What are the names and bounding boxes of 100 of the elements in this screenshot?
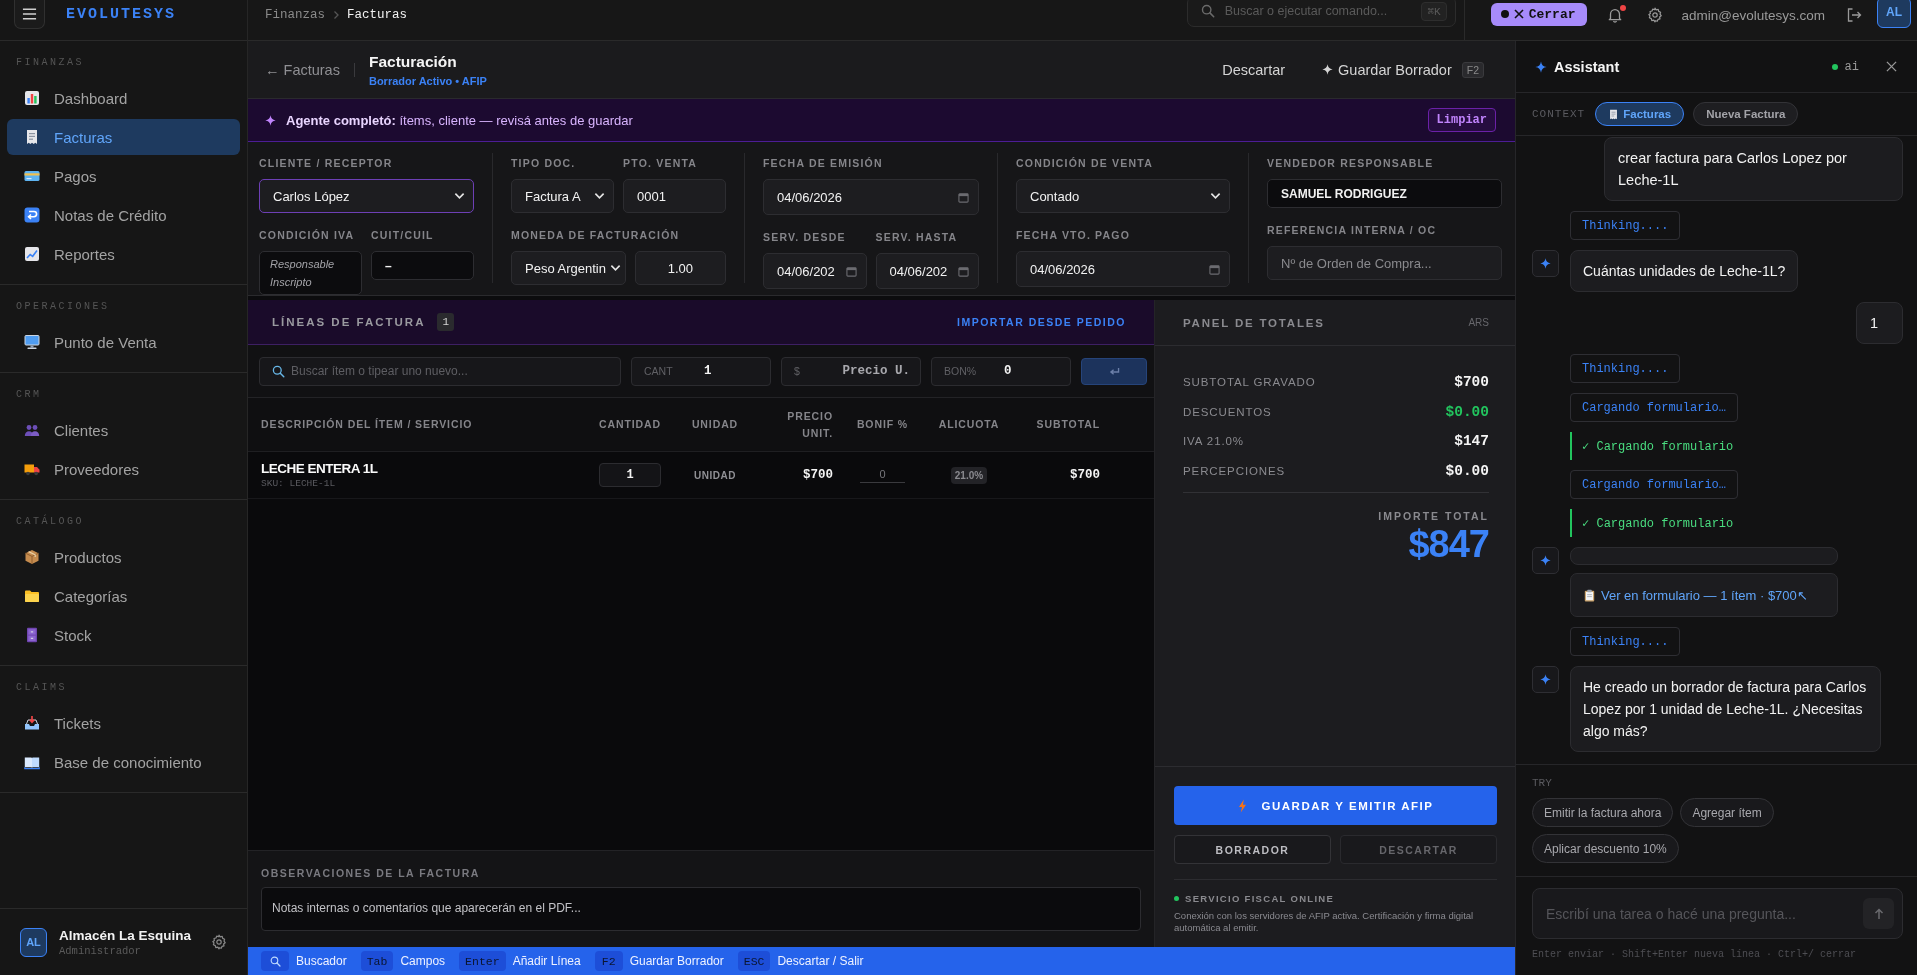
field-label: SERV. HASTA — [875, 231, 959, 243]
service-description: Conexión con los servidores de AFIP activa. Certificación y firma digital automática al emitir. — [1174, 910, 1475, 934]
package-icon — [24, 549, 40, 565]
close-button[interactable]: Cerrar — [1490, 2, 1588, 26]
field-label: CONDICIÓN IVA — [259, 229, 356, 241]
date-field[interactable]: 04/06/202 — [875, 253, 979, 289]
sparkle-icon — [1535, 60, 1547, 73]
assistant-message: He creado un borrador de factura para Carlos Lopez por 1 unidad de Leche-1L. ¿Necesitas algo más? — [1570, 666, 1881, 752]
emit-button[interactable]: GUARDAR Y EMITIR AFIP — [1174, 786, 1497, 825]
date-field[interactable]: 04/06/2026 — [1016, 251, 1230, 287]
discount-input[interactable]: 0 — [860, 467, 905, 483]
dropdown-field[interactable]: Factura A — [511, 179, 614, 213]
suggestion-chip[interactable]: Agregar ítem — [1680, 798, 1774, 827]
dropdown-field[interactable]: Contado — [1016, 179, 1230, 213]
sidebar-item[interactable]: Productos — [7, 539, 240, 575]
sidebar-item[interactable]: Tickets — [7, 705, 240, 741]
tax-rate-badge: 21.0% — [950, 466, 988, 484]
sidebar-item[interactable]: Base de conocimiento — [7, 744, 240, 780]
input-field[interactable]: 1.00 — [634, 251, 726, 285]
date-field[interactable]: 04/06/202 — [763, 253, 867, 289]
user-message: crear factura para Carlos Lopez por Leche-1L — [1604, 137, 1903, 201]
secondary-button[interactable]: BORRADOR — [1174, 835, 1331, 864]
close-icon — [1513, 9, 1524, 19]
arrow-up-icon — [1873, 907, 1884, 920]
suggestion-chip[interactable]: Emitir la factura ahora — [1532, 798, 1674, 827]
clear-button[interactable]: Limpiar — [1427, 108, 1496, 132]
shortcut-label: Buscador — [296, 954, 347, 968]
field-label: CLIENTE / RECEPTOR — [259, 157, 394, 169]
user-avatar: AL — [20, 927, 47, 957]
monitor-icon — [24, 334, 40, 350]
readonly-field: – — [371, 251, 474, 280]
total-label: SUBTOTAL GRAVADO — [1183, 376, 1316, 388]
receipt-icon — [24, 129, 40, 145]
quantity-input[interactable]: 1 — [599, 463, 661, 487]
context-chip[interactable]: Facturas — [1595, 102, 1685, 126]
inbox-tray-icon — [24, 715, 40, 731]
sidebar-item[interactable]: Notas de Crédito — [7, 197, 240, 233]
back-link[interactable]: ← Facturas — [265, 61, 340, 78]
notes-field[interactable]: Notas internas o comentarios que aparecerán en el PDF... — [261, 887, 1141, 931]
date-field[interactable]: 04/06/2026 — [763, 179, 979, 215]
input-field[interactable]: 0001 — [623, 179, 726, 213]
calendar-icon — [1209, 263, 1220, 275]
context-chip[interactable]: Nueva Factura — [1693, 102, 1799, 126]
sidebar-item[interactable]: Stock — [7, 617, 240, 653]
save-draft-button[interactable]: Guardar Borrador — [1322, 61, 1452, 78]
shortcut-key: F2 — [1461, 61, 1484, 78]
menu-button[interactable] — [14, 0, 45, 29]
thinking-status: Thinking.... — [1570, 211, 1681, 240]
sidebar-item[interactable]: Proveedores — [7, 451, 240, 487]
sparkle-icon — [1540, 258, 1551, 269]
quantity-field[interactable]: CANT 1 — [631, 356, 771, 386]
sidebar-item[interactable]: Dashboard — [7, 80, 240, 116]
section-label: CLAIMS — [15, 682, 68, 694]
shortcut-label: Descartar / Salir — [777, 954, 864, 968]
table-cell: $700 — [803, 468, 833, 482]
total-value: $700 — [1454, 374, 1489, 390]
price-field[interactable]: $ Precio U. — [781, 356, 921, 386]
sidebar-item[interactable]: Categorías — [7, 578, 240, 614]
sidebar-item[interactable]: Facturas — [7, 119, 240, 155]
dot-icon — [1500, 10, 1509, 18]
credit-card-icon — [24, 168, 40, 184]
discount-field[interactable]: BON% 0 — [931, 356, 1071, 386]
sidebar-item[interactable]: Punto de Venta — [7, 324, 240, 360]
logout-icon[interactable] — [1846, 7, 1862, 23]
settings-icon[interactable] — [211, 934, 227, 950]
sparkle-icon — [1322, 64, 1334, 75]
user-avatar[interactable]: AL — [1877, 0, 1911, 28]
suggestion-chip[interactable]: Aplicar descuento 10% — [1532, 834, 1679, 863]
settings-icon[interactable] — [1647, 7, 1664, 23]
sidebar-item[interactable]: Reportes — [7, 236, 240, 272]
import-link[interactable]: IMPORTAR DESDE PEDIDO — [957, 316, 1126, 328]
page-subtitle: Borrador Activo • AFIP — [368, 74, 487, 87]
file-cabinet-icon — [24, 627, 40, 643]
section-label: OPERACIONES — [15, 301, 111, 313]
field-label: TIPO DOC. — [511, 157, 577, 169]
panel-title: Assistant — [1554, 58, 1620, 75]
section-label: CATÁLOGO — [15, 516, 85, 528]
user-message: 1 — [1855, 302, 1903, 344]
form-link-card[interactable]: Ver en formulario — 1 ítem · $700↖ — [1570, 573, 1838, 617]
return-arrow-icon — [1108, 366, 1120, 376]
sidebar-item[interactable]: Pagos — [7, 158, 240, 194]
search-icon — [269, 955, 281, 967]
sparkle-icon — [265, 114, 276, 126]
send-button[interactable] — [1863, 898, 1894, 929]
tool-done-status: ✓ Cargando formulario — [1570, 509, 1744, 537]
bell-icon[interactable] — [1607, 7, 1624, 23]
dropdown-field[interactable]: Peso Argentin — [511, 251, 626, 285]
shortcut-key: ESC — [737, 951, 771, 971]
chevron-down-icon — [1210, 192, 1221, 200]
suggestions-label: TRY — [1532, 777, 1553, 789]
dropdown-field[interactable]: Carlos López — [259, 179, 474, 213]
breadcrumb-link[interactable]: Finanzas — [265, 8, 325, 22]
readonly-field: Responsable Inscripto — [259, 251, 362, 295]
sidebar-item[interactable]: Clientes — [7, 412, 240, 448]
tool-done-status: ✓ Cargando formulario — [1570, 432, 1744, 460]
section-title: PANEL DE TOTALES — [1183, 316, 1325, 329]
discard-button[interactable]: Descartar — [1222, 61, 1286, 78]
input-field[interactable]: Nº de Orden de Compra... — [1267, 246, 1502, 280]
breadcrumb-link[interactable]: Facturas — [347, 8, 408, 22]
close-icon[interactable] — [1886, 61, 1897, 72]
